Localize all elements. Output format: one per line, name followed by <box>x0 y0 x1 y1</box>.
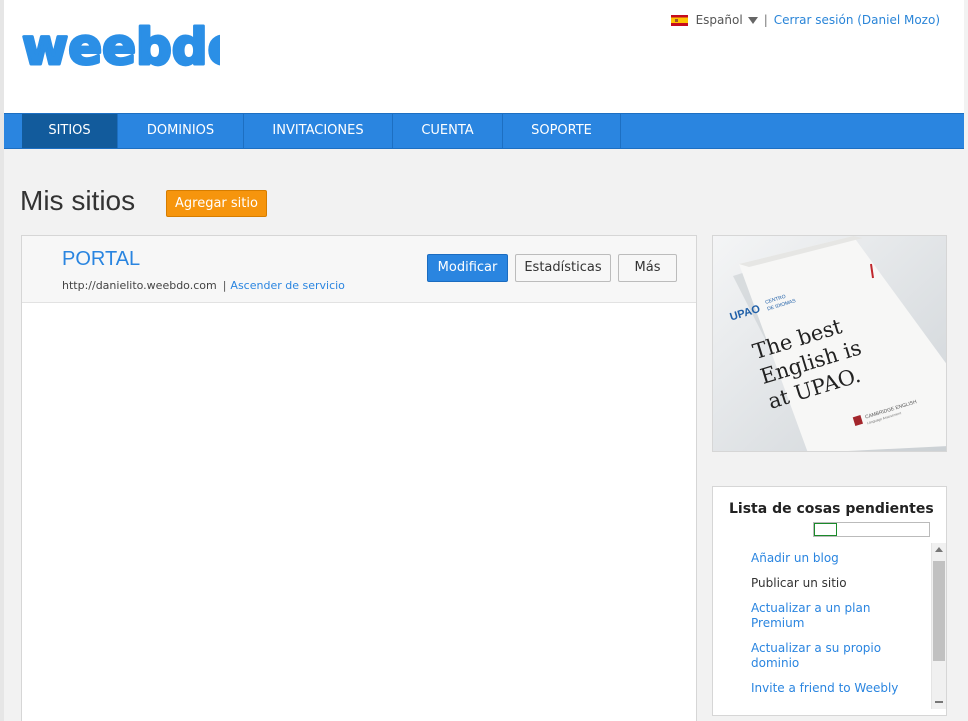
todo-item-invite-friend[interactable]: Invite a friend to Weebly <box>751 681 911 696</box>
nav-item-soporte[interactable]: SOPORTE <box>503 114 621 148</box>
statistics-button[interactable]: Estadísticas <box>515 254 611 282</box>
top-links: Español | Cerrar sesión (Daniel Mozo) <box>670 13 940 27</box>
nav-item-cuenta[interactable]: CUENTA <box>393 114 503 148</box>
todo-item-publish-site: Publicar un sitio <box>751 576 847 590</box>
page-title: Mis sitios <box>20 185 136 216</box>
scroll-down-marker-icon[interactable] <box>935 701 943 703</box>
header: weebdo weebdo Español | Cerrar sesión (D… <box>4 0 964 113</box>
main-nav: SITIOS DOMINIOS INVITACIONES CUENTA SOPO… <box>4 113 964 149</box>
upgrade-link[interactable]: Ascender de servicio <box>230 279 344 292</box>
scroll-up-arrow-icon[interactable] <box>935 547 943 552</box>
todo-progress-bar <box>813 522 930 537</box>
todo-list: Añadir un blog Publicar un sitio Actuali… <box>713 543 931 707</box>
more-button[interactable]: Más <box>618 254 677 282</box>
nav-item-invitaciones[interactable]: INVITACIONES <box>244 114 393 148</box>
site-card: PORTAL http://danielito.weebdo.com | Ascen… <box>21 235 697 721</box>
nav-item-dominios[interactable]: DOMINIOS <box>118 114 244 148</box>
spain-flag-icon <box>670 14 688 26</box>
site-card-header: PORTAL http://danielito.weebdo.com | Ascen… <box>22 236 696 303</box>
todo-panel: Lista de cosas pendientes Añadir un blog… <box>712 486 947 716</box>
svg-text:weebdo: weebdo <box>22 18 220 72</box>
site-url-row: http://danielito.weebdo.com | Ascender de … <box>62 279 345 292</box>
logout-link[interactable]: Cerrar sesión (Daniel Mozo) <box>774 13 940 27</box>
language-label: Español <box>695 13 743 27</box>
separator: | <box>763 13 768 27</box>
todo-title: Lista de cosas pendientes <box>729 501 934 517</box>
separator: | <box>222 279 227 292</box>
chevron-down-icon <box>747 17 758 24</box>
scroll-thumb[interactable] <box>933 561 945 661</box>
weebdo-logo[interactable]: weebdo weebdo <box>18 12 247 81</box>
modify-button[interactable]: Modificar <box>427 254 508 282</box>
todo-progress-fill <box>814 523 837 536</box>
promo-image[interactable]: UPAO CENTRO DE IDIOMAS The best English … <box>712 235 947 452</box>
todo-scrollbar[interactable] <box>931 543 946 709</box>
nav-item-sitios[interactable]: SITIOS <box>22 114 118 148</box>
todo-item-add-blog[interactable]: Añadir un blog <box>751 551 911 566</box>
add-site-button[interactable]: Agregar sitio <box>166 190 267 217</box>
language-selector[interactable]: Español <box>696 13 758 27</box>
site-name-link[interactable]: PORTAL <box>62 248 140 271</box>
site-url: http://danielito.weebdo.com <box>62 279 217 292</box>
todo-item-own-domain[interactable]: Actualizar a su propio dominio <box>751 641 911 671</box>
todo-item-upgrade-premium[interactable]: Actualizar a un plan Premium <box>751 601 911 631</box>
